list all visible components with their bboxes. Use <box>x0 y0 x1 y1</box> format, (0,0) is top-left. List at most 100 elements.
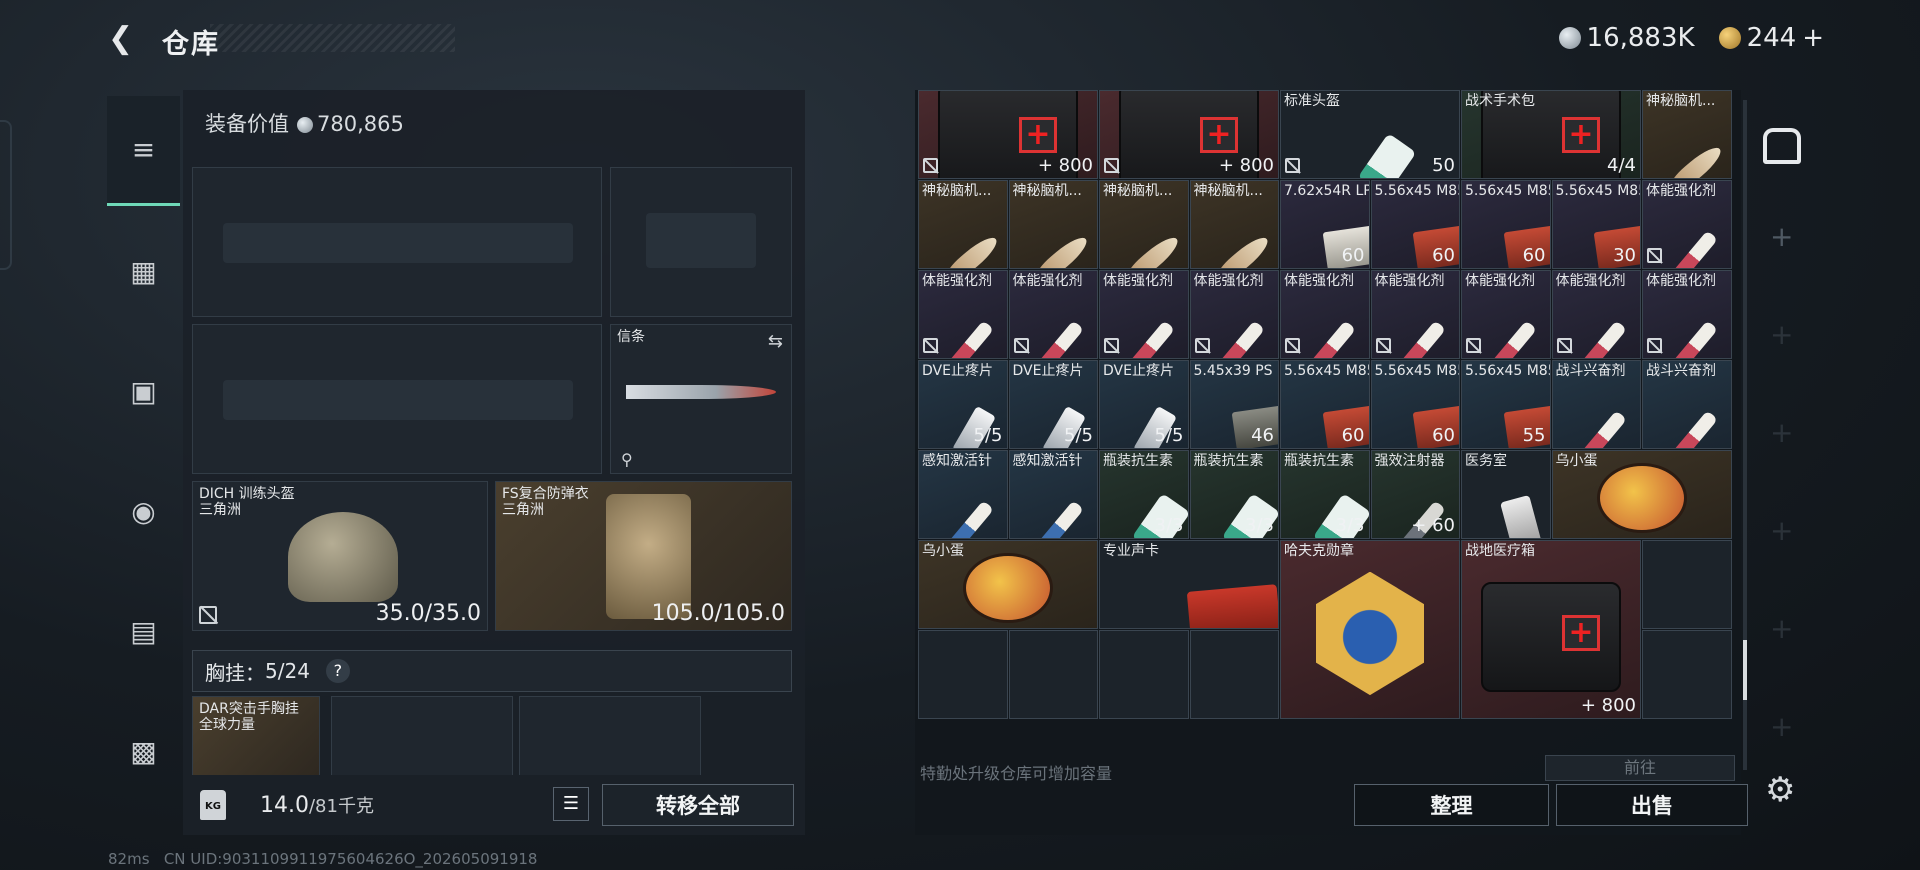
stash-item[interactable]: 专业声卡 <box>1099 540 1279 629</box>
tab-weapons[interactable]: ≡ <box>107 96 180 206</box>
stash-item[interactable] <box>1008 630 1098 719</box>
item-name: 标准头盔 <box>1284 93 1340 109</box>
stash-item[interactable]: 5.45x39 PS 46 <box>1189 360 1279 449</box>
stash-item[interactable]: DVE止疼片 5/5 <box>1008 360 1098 449</box>
stash-item[interactable]: 战斗兴奋剂 <box>1642 360 1732 449</box>
rifle-silhouette-icon <box>223 380 573 420</box>
stash-item[interactable] <box>1099 630 1189 719</box>
syringe-art <box>1217 320 1266 358</box>
no-sale-icon <box>199 606 217 624</box>
add-tab-icon[interactable]: + <box>1770 514 1793 547</box>
chest-rig-bar: 胸挂： 5/24 ? <box>192 650 792 692</box>
stash-item[interactable]: 体能强化剂 <box>918 270 1008 359</box>
item-name: 瓶装抗生素 <box>1284 453 1354 469</box>
tab-bag[interactable]: ◉ <box>107 456 180 566</box>
no-sale-icon <box>1013 338 1029 353</box>
tab-vest[interactable]: ▦ <box>107 216 180 326</box>
swap-icon[interactable]: ⇆ <box>768 331 783 352</box>
tab-case[interactable]: ▤ <box>107 576 180 686</box>
stash-item[interactable]: 标准头盔 50 <box>1280 90 1460 179</box>
sell-button[interactable]: 出售 <box>1556 784 1748 826</box>
melee-slot[interactable]: 信条 ⇆ ⚲ <box>610 324 792 474</box>
red-cross-icon <box>1018 116 1057 153</box>
dog-art <box>1499 494 1542 538</box>
side-edge-handle[interactable] <box>0 120 12 270</box>
item-quantity: 3/3 <box>1154 515 1184 536</box>
stash-item[interactable]: 体能强化剂 <box>1642 180 1732 269</box>
stash-item[interactable] <box>1189 630 1279 719</box>
item-quantity: 60 <box>1432 425 1455 446</box>
stash-item[interactable]: 战术手术包 4/4 <box>1461 90 1641 179</box>
stash-item[interactable]: 5.56x45 M855 60 <box>1370 360 1460 449</box>
item-quantity: 5/5 <box>1154 425 1184 446</box>
stash-item[interactable]: 瓶装抗生素 3/3 <box>1280 450 1370 539</box>
helmet-slot[interactable]: DICH 训练头盔 三角洲 35.0/35.0 <box>192 481 488 631</box>
stash-item[interactable]: 5.56x45 M855A1 60 <box>1370 180 1460 269</box>
stash-item[interactable]: DVE止疼片 5/5 <box>918 360 1008 449</box>
stash-item[interactable]: 体能强化剂 <box>1189 270 1279 359</box>
stash-item[interactable]: 战地医疗箱 + 800 <box>1461 540 1641 719</box>
back-arrow-icon[interactable]: ❮ <box>108 22 140 56</box>
stash-item[interactable]: 5.56x45 M855A1 60 <box>1461 180 1551 269</box>
goto-button[interactable]: 前往 <box>1545 755 1735 781</box>
chest-rig-item[interactable]: DAR突击手胸挂 全球力量 <box>192 696 320 776</box>
transfer-all-button[interactable]: 转移全部 <box>602 784 794 826</box>
stash-item[interactable]: + 800 <box>1099 90 1279 179</box>
stash-item[interactable]: 神秘脑机... <box>1008 180 1098 269</box>
tab-backpack[interactable]: ▣ <box>107 336 180 446</box>
stash-item[interactable]: 体能强化剂 <box>1280 270 1370 359</box>
stash-item[interactable]: 神秘脑机... <box>1189 180 1279 269</box>
stash-item[interactable]: 体能强化剂 <box>1008 270 1098 359</box>
stash-item[interactable]: 5.56x45 M855A1 30 <box>1551 180 1641 269</box>
item-name: 体能强化剂 <box>1465 273 1535 289</box>
add-tab-icon[interactable]: + <box>1770 710 1793 743</box>
settings-gear-icon[interactable]: ⚙ <box>1765 770 1795 810</box>
sort-button[interactable]: 整理 <box>1354 784 1549 826</box>
stash-item[interactable]: DVE止疼片 5/5 <box>1099 360 1189 449</box>
armor-slot[interactable]: FS复合防弹衣 三角洲 105.0/105.0 <box>495 481 792 631</box>
primary-weapon-slot[interactable] <box>192 167 602 317</box>
stash-item[interactable]: 5.56x45 M855 60 <box>1280 360 1370 449</box>
add-tab-icon[interactable]: + <box>1770 220 1793 253</box>
stash-item[interactable]: 神秘脑机... <box>1099 180 1189 269</box>
stash-item[interactable]: 体能强化剂 <box>1370 270 1460 359</box>
add-currency-plus[interactable]: + <box>1802 23 1824 53</box>
stash-item[interactable]: 强效注射器 + 60 <box>1370 450 1460 539</box>
list-view-button[interactable]: ☰ <box>553 787 589 821</box>
secondary-weapon-slot[interactable] <box>192 324 602 474</box>
stash-item[interactable]: 瓶装抗生素 3/3 <box>1189 450 1279 539</box>
stash-item[interactable]: 哈夫克勋章 <box>1280 540 1460 719</box>
stash-item[interactable]: 7.62x54R LPS 60 <box>1280 180 1370 269</box>
stash-item[interactable] <box>1642 630 1732 719</box>
stash-item[interactable]: 乌小蛋 <box>918 540 1098 629</box>
stash-item[interactable]: 体能强化剂 <box>1642 270 1732 359</box>
pistol-slot[interactable] <box>610 167 792 317</box>
stash-item[interactable]: 瓶装抗生素 3/3 <box>1099 450 1189 539</box>
currency-gold[interactable]: 244 + <box>1718 23 1824 53</box>
add-tab-icon[interactable]: + <box>1770 318 1793 351</box>
stash-item[interactable]: 乌小蛋 <box>1551 450 1732 539</box>
stash-item[interactable]: 体能强化剂 <box>1099 270 1189 359</box>
stash-item[interactable]: 感知激活针 <box>918 450 1008 539</box>
stash-item[interactable]: 5.56x45 M855 55 <box>1461 360 1551 449</box>
stash-item[interactable] <box>918 630 1008 719</box>
stash-item[interactable]: 神秘脑机... <box>918 180 1008 269</box>
tab-toolbox[interactable]: ▩ <box>107 696 180 806</box>
stash-home-icon[interactable] <box>1763 128 1801 164</box>
syringe-art <box>945 320 994 358</box>
stash-item[interactable]: + 800 <box>918 90 1098 179</box>
item-name: 神秘脑机... <box>1012 183 1082 199</box>
stash-item[interactable]: 感知激活针 <box>1008 450 1098 539</box>
stash-item[interactable]: 神秘脑机... <box>1642 90 1732 179</box>
help-icon[interactable]: ? <box>325 659 350 683</box>
stash-item[interactable]: 体能强化剂 <box>1461 270 1551 359</box>
add-tab-icon[interactable]: + <box>1770 612 1793 645</box>
add-tab-icon[interactable]: + <box>1770 416 1793 449</box>
chest-empty-slot[interactable] <box>519 696 701 776</box>
stash-item[interactable]: 战斗兴奋剂 <box>1551 360 1641 449</box>
stash-item[interactable]: 医务室 <box>1461 450 1551 539</box>
stash-item[interactable] <box>1642 540 1732 629</box>
bottle-art <box>1357 133 1417 178</box>
chest-empty-slot[interactable] <box>331 696 513 776</box>
stash-item[interactable]: 体能强化剂 <box>1551 270 1641 359</box>
